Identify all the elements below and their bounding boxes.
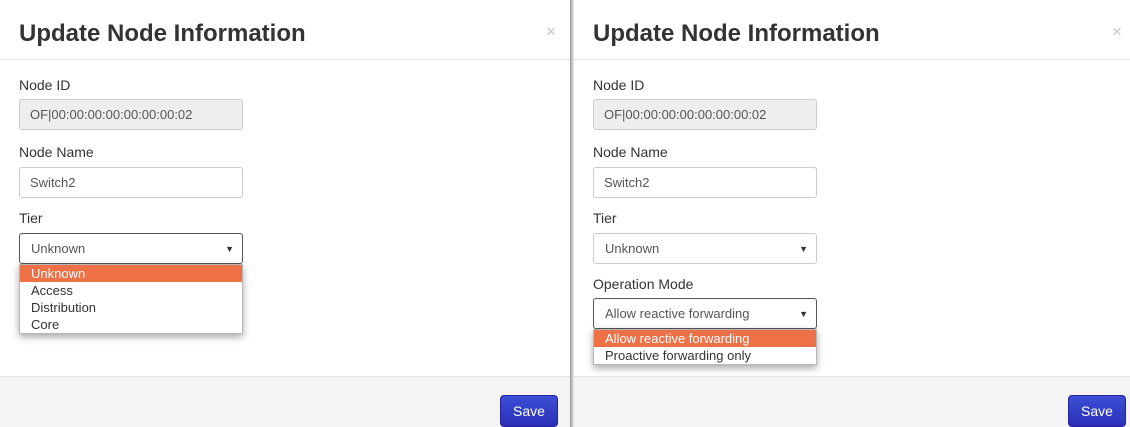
update-node-dialog-right: Update Node Information × Node ID OF|00:…	[574, 0, 1130, 427]
node-name-input[interactable]: Switch2	[19, 167, 243, 198]
node-id-label: Node ID	[593, 77, 645, 93]
save-button[interactable]: Save	[1068, 395, 1126, 427]
save-button[interactable]: Save	[500, 395, 558, 427]
tier-select-value: Unknown	[31, 241, 86, 256]
chevron-down-icon: ▼	[799, 244, 808, 254]
close-icon[interactable]: ×	[546, 22, 556, 42]
operation-mode-label: Operation Mode	[593, 276, 694, 292]
tier-option-access[interactable]: Access	[20, 282, 242, 299]
operation-mode-select[interactable]: Allow reactive forwarding ▼	[593, 298, 817, 329]
node-name-input[interactable]: Switch2	[593, 167, 817, 198]
tier-dropdown-list: Unknown Access Distribution Core	[19, 264, 243, 334]
tier-label: Tier	[19, 210, 43, 226]
operation-mode-select-value: Allow reactive forwarding	[605, 306, 750, 321]
tier-select-value: Unknown	[605, 241, 660, 256]
modal-footer	[0, 376, 570, 427]
operation-mode-option-reactive[interactable]: Allow reactive forwarding	[594, 330, 816, 347]
chevron-down-icon: ▼	[799, 309, 808, 319]
tier-option-core[interactable]: Core	[20, 316, 242, 333]
tier-select[interactable]: Unknown ▼	[19, 233, 243, 264]
modal-title: Update Node Information	[593, 20, 880, 47]
modal-header: Update Node Information ×	[0, 0, 570, 60]
modal-footer	[574, 376, 1130, 427]
node-id-label: Node ID	[19, 77, 71, 93]
tier-label: Tier	[593, 210, 617, 226]
modal-title: Update Node Information	[19, 20, 306, 47]
operation-mode-dropdown-list: Allow reactive forwarding Proactive forw…	[593, 329, 817, 365]
chevron-down-icon: ▼	[225, 244, 234, 254]
tier-select[interactable]: Unknown ▼	[593, 233, 817, 264]
node-id-field[interactable]: OF|00:00:00:00:00:00:00:02	[19, 99, 243, 130]
close-icon[interactable]: ×	[1112, 22, 1122, 42]
node-id-field[interactable]: OF|00:00:00:00:00:00:00:02	[593, 99, 817, 130]
modal-header: Update Node Information ×	[574, 0, 1130, 60]
update-node-dialog-left: Update Node Information × Node ID OF|00:…	[0, 0, 570, 427]
node-name-label: Node Name	[593, 144, 668, 160]
tier-option-unknown[interactable]: Unknown	[20, 265, 242, 282]
operation-mode-option-proactive[interactable]: Proactive forwarding only	[594, 347, 816, 364]
tier-option-distribution[interactable]: Distribution	[20, 299, 242, 316]
node-name-label: Node Name	[19, 144, 94, 160]
